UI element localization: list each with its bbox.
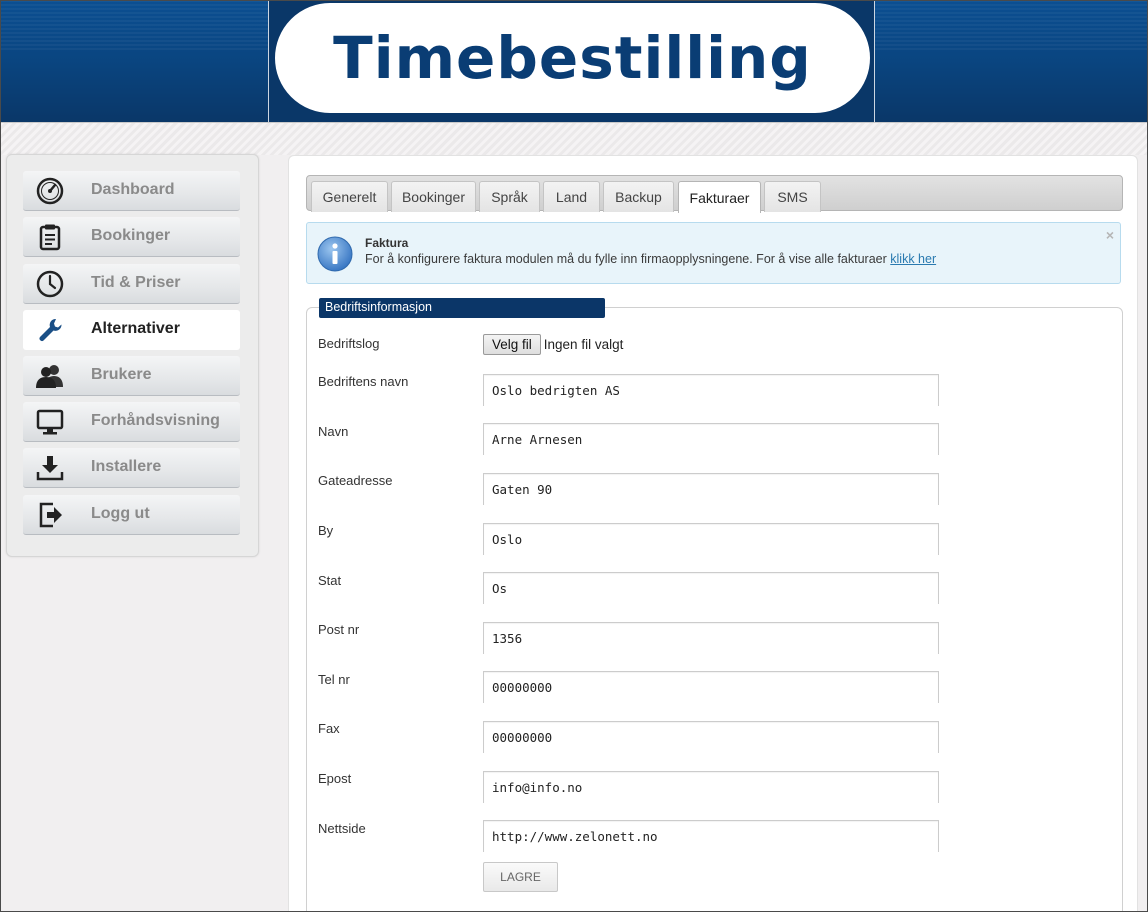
- main-panel: Generelt Bookinger Språk Land Backup Fak…: [288, 155, 1138, 912]
- sidebar-item-label: Alternativer: [91, 320, 180, 337]
- postal-input[interactable]: [483, 622, 939, 654]
- name-input[interactable]: [483, 423, 939, 455]
- website-label: Nettside: [318, 821, 366, 836]
- sidebar-item-tid-priser[interactable]: Tid & Priser: [23, 264, 240, 304]
- sidebar-item-label: Tid & Priser: [91, 274, 181, 291]
- city-label: By: [318, 523, 334, 538]
- tab-land[interactable]: Land: [543, 181, 600, 212]
- state-label: Stat: [318, 573, 342, 588]
- tab-backup[interactable]: Backup: [603, 181, 674, 212]
- header-stripe: [0, 123, 1148, 155]
- fax-input[interactable]: [483, 721, 939, 753]
- save-button[interactable]: LAGRE: [483, 862, 558, 892]
- street-label: Gateadresse: [318, 473, 393, 488]
- close-icon[interactable]: ×: [1106, 227, 1114, 243]
- phone-label: Tel nr: [318, 672, 350, 687]
- sidebar-item-dashboard[interactable]: Dashboard: [23, 171, 240, 211]
- sidebar-item-bookinger[interactable]: Bookinger: [23, 217, 240, 257]
- file-status: Ingen fil valgt: [543, 337, 624, 352]
- sidebar: Dashboard Bookinger Tid & Priser Alterna…: [6, 154, 259, 557]
- tab-sms[interactable]: SMS: [764, 181, 821, 212]
- clock-icon: [35, 269, 65, 299]
- logo[interactable]: Timebestilling: [268, 0, 875, 122]
- alert-link[interactable]: klikk her: [890, 252, 936, 266]
- sidebar-item-label: Brukere: [91, 366, 152, 383]
- download-icon: [35, 453, 65, 483]
- logout-icon: [35, 500, 65, 530]
- email-label: Epost: [318, 771, 352, 786]
- tab-bar: Generelt Bookinger Språk Land Backup Fak…: [306, 175, 1123, 213]
- sidebar-item-logg-ut[interactable]: Logg ut: [23, 495, 240, 535]
- fieldset-legend: Bedriftsinformasjon: [319, 298, 605, 318]
- sidebar-item-label: Forhåndsvisning: [91, 412, 220, 429]
- speedometer-icon: [35, 176, 65, 206]
- tab-generelt[interactable]: Generelt: [311, 181, 388, 212]
- sidebar-item-label: Dashboard: [91, 181, 175, 198]
- tab-sprak[interactable]: Språk: [479, 181, 540, 212]
- website-input[interactable]: [483, 820, 939, 852]
- tab-fakturaer[interactable]: Fakturaer: [678, 181, 761, 213]
- info-icon: [317, 236, 353, 272]
- phone-input[interactable]: [483, 671, 939, 703]
- sidebar-item-forhandsvisning[interactable]: Forhåndsvisning: [23, 402, 240, 442]
- name-label: Navn: [318, 424, 349, 439]
- wrench-icon: [35, 315, 65, 345]
- sidebar-item-alternativer[interactable]: Alternativer: [23, 310, 240, 350]
- file-upload: Velg fil Ingen fil valgt: [483, 334, 623, 355]
- logo-text: Timebestilling: [333, 24, 812, 92]
- logo-pill: Timebestilling: [274, 2, 871, 114]
- choose-file-button[interactable]: Velg fil: [483, 334, 541, 355]
- sidebar-item-label: Installere: [91, 458, 162, 475]
- alert-text: For å konfigurere faktura modulen må du …: [365, 252, 936, 266]
- users-icon: [35, 361, 65, 391]
- tab-bookinger[interactable]: Bookinger: [391, 181, 476, 212]
- fax-label: Fax: [318, 721, 340, 736]
- sidebar-item-brukere[interactable]: Brukere: [23, 356, 240, 396]
- postal-label: Post nr: [318, 622, 360, 637]
- logo-label: Bedriftslog: [318, 336, 380, 351]
- company-name-label: Bedriftens navn: [318, 374, 409, 389]
- alert-message: For å konfigurere faktura modulen må du …: [365, 252, 891, 266]
- sidebar-item-label: Logg ut: [91, 505, 150, 522]
- page-header: Timebestilling: [0, 0, 1148, 123]
- monitor-icon: [35, 407, 65, 437]
- city-input[interactable]: [483, 523, 939, 555]
- street-input[interactable]: [483, 473, 939, 505]
- alert-title: Faktura: [365, 236, 409, 250]
- sidebar-item-installere[interactable]: Installere: [23, 448, 240, 488]
- clipboard-icon: [35, 222, 65, 252]
- sidebar-item-label: Bookinger: [91, 227, 171, 244]
- email-input[interactable]: [483, 771, 939, 803]
- info-alert: Faktura For å konfigurere faktura module…: [306, 222, 1121, 284]
- company-name-input[interactable]: [483, 374, 939, 406]
- state-input[interactable]: [483, 572, 939, 604]
